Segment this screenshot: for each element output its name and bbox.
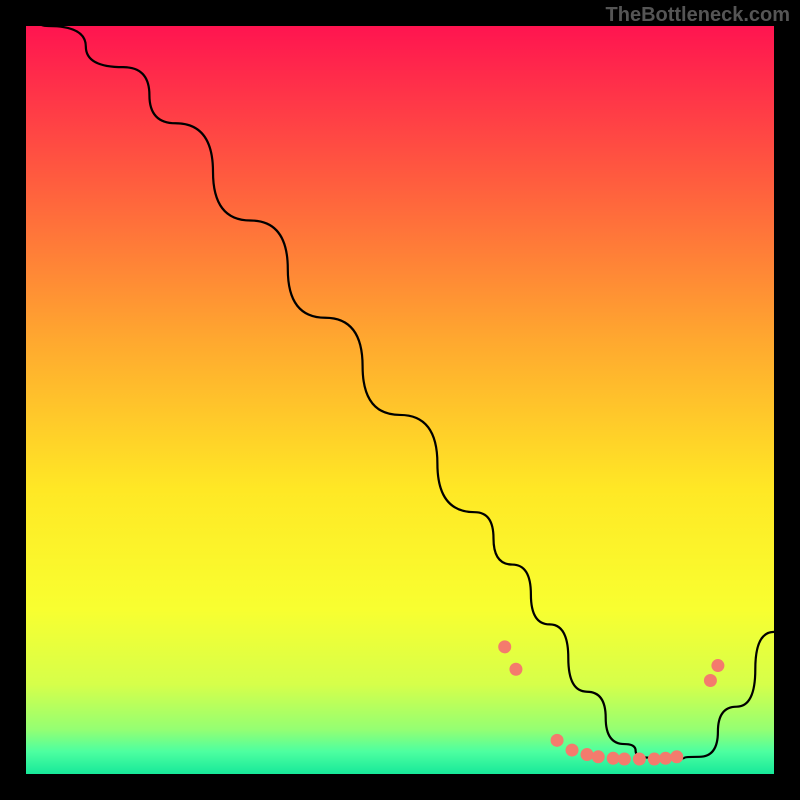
data-dot (618, 753, 631, 766)
data-dot (648, 753, 661, 766)
data-dot (704, 674, 717, 687)
data-dot (711, 659, 724, 672)
data-dot (581, 748, 594, 761)
plot-area (26, 26, 774, 774)
dots-group (498, 640, 724, 765)
data-dot (659, 752, 672, 765)
data-dot (566, 744, 579, 757)
curve-line (26, 26, 774, 759)
watermark-text: TheBottleneck.com (606, 4, 790, 27)
data-dot (670, 750, 683, 763)
data-dot (509, 663, 522, 676)
data-dot (633, 753, 646, 766)
data-dot (592, 750, 605, 763)
data-dot (607, 752, 620, 765)
data-dot (551, 734, 564, 747)
data-dot (498, 640, 511, 653)
chart-svg (26, 26, 774, 774)
